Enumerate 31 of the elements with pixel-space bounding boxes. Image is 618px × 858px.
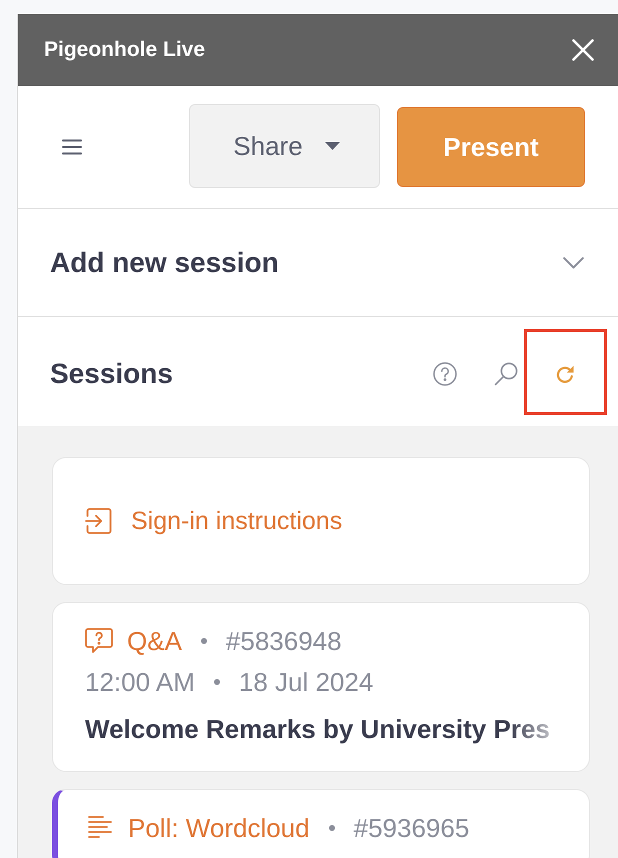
- session-card[interactable]: Q&A #5836948 12:00 AM 18 Jul 2024 Welcome Remarks by University Pres: [52, 602, 590, 772]
- refresh-button[interactable]: [555, 364, 575, 384]
- session-time: 12:00 AM: [85, 667, 195, 697]
- session-date: 18 Jul 2024: [238, 667, 374, 697]
- search-icon: [494, 362, 518, 386]
- close-button[interactable]: [572, 39, 594, 61]
- session-title: Welcome Remarks by University Pres: [85, 713, 550, 746]
- search-button[interactable]: [494, 362, 518, 386]
- refresh-icon: [555, 364, 575, 384]
- dot-separator-icon: [200, 638, 207, 644]
- help-icon: [433, 362, 457, 386]
- add-session-label[interactable]: Add new session: [50, 246, 279, 278]
- share-dropdown-button[interactable]: Share: [189, 104, 380, 188]
- session-type: Poll: Wordcloud: [128, 813, 310, 843]
- sign-in-link[interactable]: Sign-in instructions: [85, 506, 342, 536]
- sessions-heading: Sessions: [50, 358, 173, 390]
- session-number: #5836948: [226, 626, 342, 656]
- menu-icon: [62, 139, 82, 155]
- session-card[interactable]: Poll: Wordcloud #5936965: [52, 789, 590, 858]
- session-type: Q&A: [127, 626, 182, 656]
- question-bubble-icon: [85, 628, 113, 654]
- sign-in-icon: [85, 507, 113, 535]
- close-icon: [572, 39, 594, 61]
- dot-separator-icon: [328, 825, 335, 831]
- help-button[interactable]: [433, 362, 457, 386]
- chevron-down-icon[interactable]: [563, 256, 584, 268]
- dot-separator-icon: [214, 679, 220, 685]
- poll-list-icon: [86, 815, 114, 841]
- caret-down-icon: [324, 142, 340, 150]
- window-title: Pigeonhole Live: [44, 38, 206, 62]
- session-number: #5936965: [354, 813, 470, 843]
